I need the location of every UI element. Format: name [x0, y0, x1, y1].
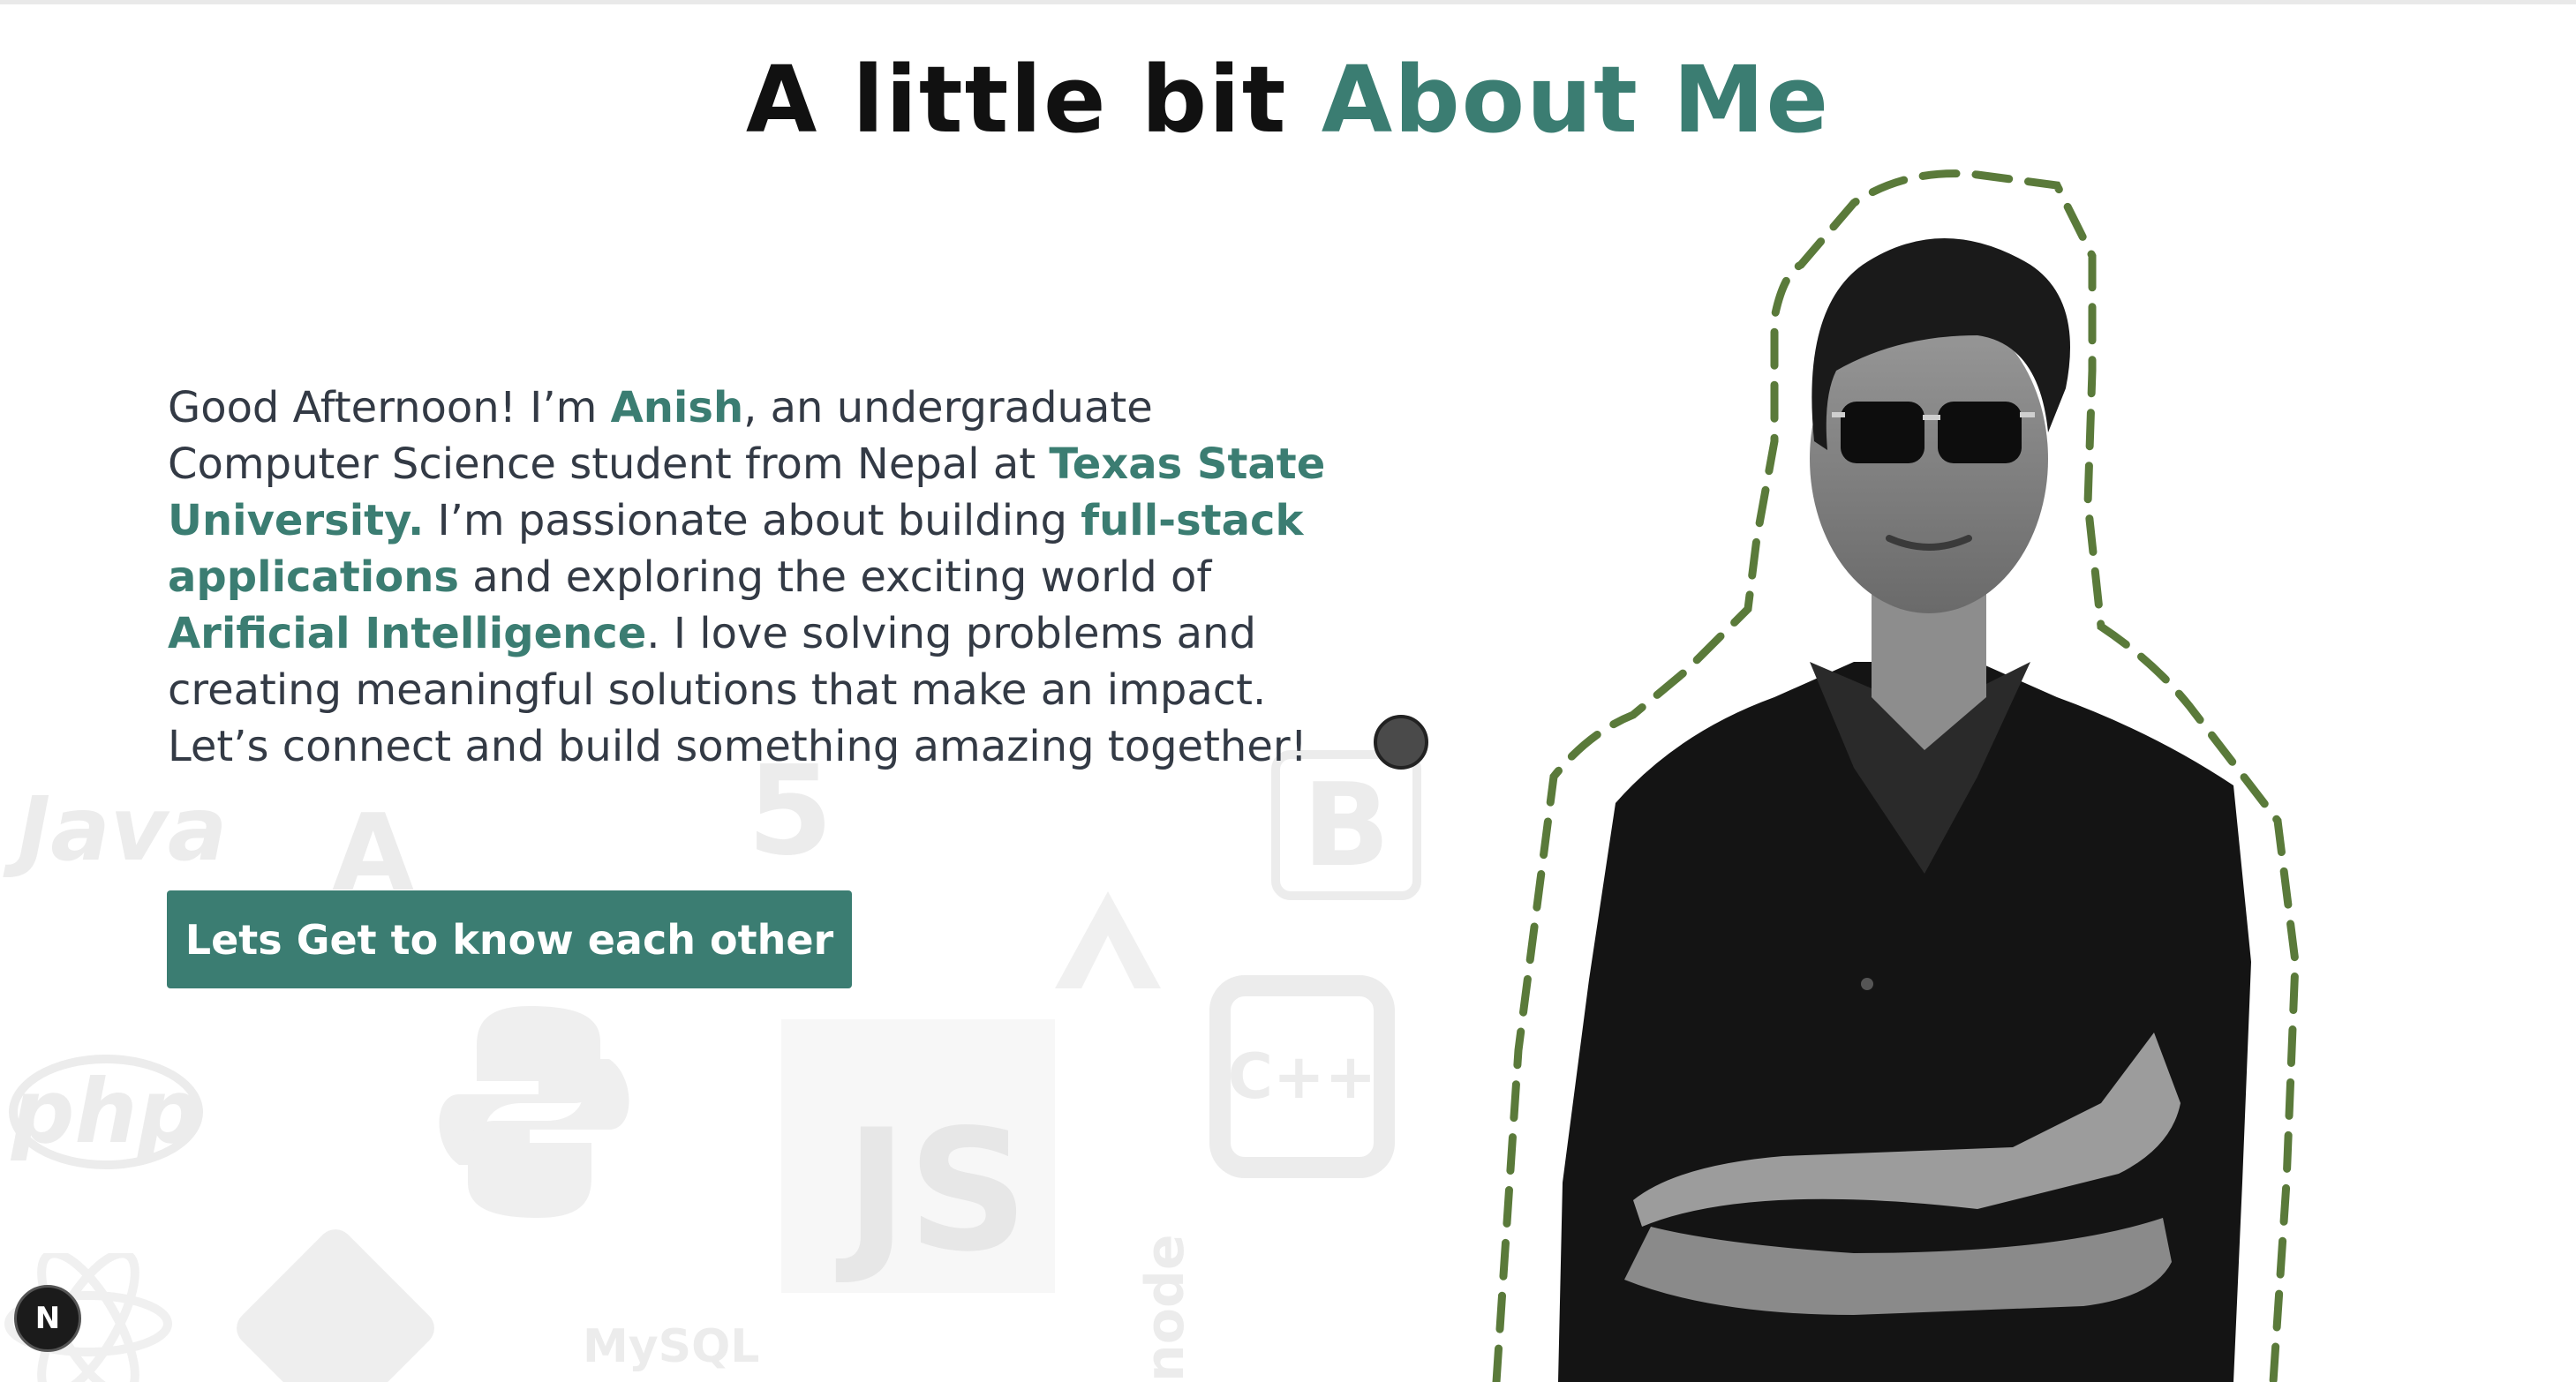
bio-text-3: I’m passionate about building	[424, 496, 1081, 545]
get-to-know-button[interactable]: Lets Get to know each other	[167, 890, 852, 988]
nextjs-dev-badge[interactable]: N	[14, 1285, 81, 1352]
top-border	[0, 0, 2576, 4]
page-title: A little bit About Me	[0, 46, 2576, 154]
bio-ai: Arificial Intelligence	[168, 609, 647, 658]
bio-paragraph: Good Afternoon! I’m Anish, an undergradu…	[168, 379, 1351, 775]
python-logo-watermark	[439, 1006, 629, 1218]
mysql-logo-watermark: MySQL	[583, 1320, 760, 1373]
title-accent: About Me	[1321, 46, 1831, 154]
nodejs-logo-watermark: node	[1134, 1234, 1196, 1382]
php-logo-watermark: php	[9, 1055, 203, 1169]
vite-logo-watermark	[1055, 891, 1161, 988]
bio-text-4: and exploring the exciting world of	[458, 552, 1212, 602]
about-page: Java A 5 B php JS C++ MySQL node A littl…	[0, 0, 2576, 1382]
git-logo-watermark	[237, 1229, 434, 1382]
java-logo-watermark: Java	[18, 777, 228, 881]
title-prefix: A little bit	[745, 46, 1322, 154]
bio-text-1: Good Afternoon! I’m	[168, 383, 611, 432]
profile-portrait	[1492, 169, 2300, 1382]
cpp-logo-watermark: C++	[1209, 975, 1395, 1178]
javascript-logo-watermark: JS	[781, 1019, 1055, 1293]
cursor-follower-dot	[1374, 715, 1428, 770]
bio-name: Anish	[610, 383, 744, 432]
